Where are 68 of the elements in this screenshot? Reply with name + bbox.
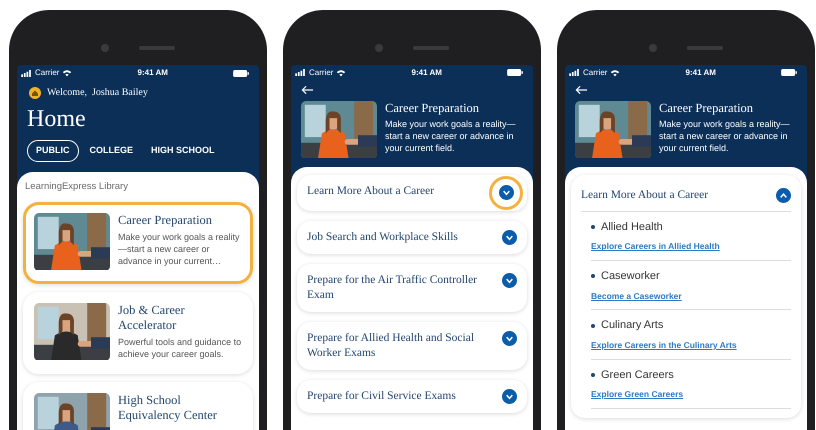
header-title: Career Preparation bbox=[385, 100, 480, 116]
chevron-down-icon[interactable] bbox=[502, 388, 517, 404]
career-name: Caseworker bbox=[601, 269, 660, 284]
status-time: 9:41 AM bbox=[686, 66, 716, 79]
bullet-icon bbox=[591, 372, 595, 377]
signal-icon bbox=[569, 69, 580, 76]
career-name: Green Careers bbox=[601, 368, 674, 383]
course-card[interactable]: Career Preparation Make your work goals a reality—start a new career or advance in your current… bbox=[23, 202, 253, 284]
battery-icon bbox=[781, 69, 797, 76]
section-label: LearningExpress Library bbox=[24, 180, 129, 194]
chevron-down-icon[interactable] bbox=[502, 272, 517, 288]
accordion-title[interactable]: Learn More About a Career bbox=[581, 188, 708, 203]
tab[interactable]: PUBLIC bbox=[27, 140, 78, 162]
battery-icon bbox=[233, 70, 249, 76]
accordion-item[interactable]: Learn More About a Career Allied Health Explore Careers in Allied Health Caseworker Become a Caseworker Culinary Arts Explore Careers in the Culinary Arts Green Careers Explore Green Careers bbox=[571, 174, 801, 418]
camera-lens bbox=[649, 44, 657, 52]
accordion-item[interactable]: Learn More About a Career bbox=[297, 174, 527, 211]
career-name: Culinary Arts bbox=[601, 318, 664, 334]
signal-icon bbox=[295, 69, 306, 76]
accordion-title[interactable]: Learn More About a Career bbox=[307, 184, 434, 199]
status-time: 9:41 AM bbox=[412, 66, 442, 79]
chevron-down-icon[interactable] bbox=[502, 230, 517, 245]
accordion-title[interactable]: Prepare for Allied Health and Social Worker Exams bbox=[307, 330, 496, 361]
card-description: Make your work goals a reality—start a new career or advance in your current… bbox=[118, 231, 241, 268]
carrier-name: Carrier bbox=[583, 66, 608, 79]
career-link[interactable]: Explore Careers in the Culinary Arts bbox=[591, 338, 791, 352]
header-description: Make your work goals a reality—start a new career or advance in your current field. bbox=[659, 118, 791, 154]
tab[interactable]: HIGH SCHOOL bbox=[144, 140, 222, 162]
card-title: Job & Career Accelerator bbox=[118, 303, 186, 334]
camera-lens bbox=[101, 44, 109, 52]
bullet-icon bbox=[591, 274, 595, 278]
card-description: Powerful tools and guidance to achieve your career goals. bbox=[118, 336, 242, 360]
accordion-item[interactable]: Prepare for the Air Traffic Controller Exam bbox=[297, 264, 527, 312]
status-time: 9:41 AM bbox=[138, 67, 168, 79]
career-link[interactable]: Explore Green Careers bbox=[591, 388, 791, 401]
back-arrow-icon[interactable] bbox=[301, 84, 314, 95]
library-icon bbox=[29, 86, 41, 98]
header-description: Make your work goals a reality—start a new career or advance in your current field. bbox=[385, 118, 517, 154]
bullet-icon bbox=[591, 324, 595, 328]
accordion-title[interactable]: Prepare for the Air Traffic Controller Exam bbox=[307, 272, 496, 303]
welcome-text: Welcome, Joshua Bailey bbox=[47, 86, 148, 100]
signal-icon bbox=[21, 70, 32, 76]
accordion-title[interactable]: Prepare for Civil Service Exams bbox=[307, 388, 456, 404]
chevron-down-icon[interactable] bbox=[498, 185, 514, 200]
career-link[interactable]: Explore Careers in Allied Health bbox=[591, 240, 791, 254]
carrier-name: Carrier bbox=[309, 66, 334, 79]
back-arrow-icon[interactable] bbox=[575, 84, 588, 95]
card-title: Career Preparation bbox=[118, 213, 214, 228]
camera-lens bbox=[375, 44, 383, 52]
chevron-up-icon[interactable] bbox=[776, 188, 791, 203]
chevron-down-icon[interactable] bbox=[502, 330, 517, 346]
accordion-title[interactable]: Job Search and Workplace Skills bbox=[307, 230, 458, 245]
accordion-item[interactable]: Prepare for Allied Health and Social Worker Exams bbox=[297, 322, 527, 370]
wifi-icon bbox=[336, 68, 346, 77]
wifi-icon bbox=[62, 69, 72, 77]
bullet-icon bbox=[591, 225, 595, 230]
wifi-icon bbox=[610, 68, 620, 77]
career-name: Allied Health bbox=[601, 220, 663, 235]
page-title: Home bbox=[26, 105, 87, 134]
career-link[interactable]: Become a Caseworker bbox=[591, 290, 791, 302]
accordion-item[interactable]: Prepare for Civil Service Exams bbox=[297, 380, 527, 413]
battery-icon bbox=[507, 69, 523, 76]
tab[interactable]: COLLEGE bbox=[82, 140, 140, 162]
course-card[interactable]: High School Equivalency Center bbox=[23, 382, 253, 430]
card-title: High School Equivalency Center bbox=[118, 393, 218, 424]
carrier-name: Carrier bbox=[35, 67, 60, 79]
accordion-item[interactable]: Job Search and Workplace Skills bbox=[297, 220, 527, 254]
header-title: Career Preparation bbox=[659, 100, 754, 116]
